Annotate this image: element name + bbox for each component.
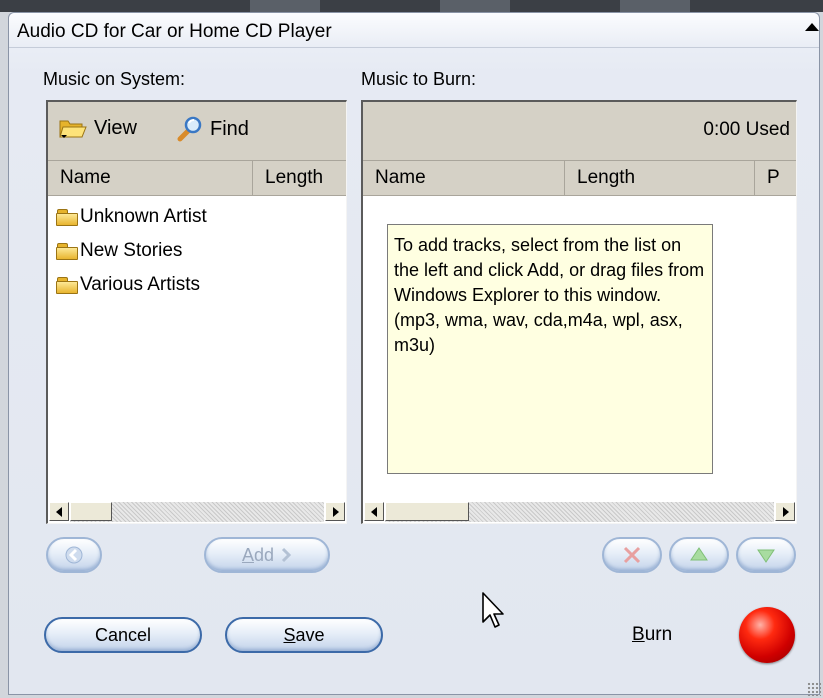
- add-label-mnemonic: A: [241, 544, 254, 565]
- background-tab: [250, 0, 320, 12]
- list-item[interactable]: Various Artists: [56, 274, 200, 296]
- list-item-label: New Stories: [80, 240, 183, 261]
- right-toolbar: 0:00 Used: [363, 102, 796, 161]
- music-on-system-panel: View Find Name Length Unknown Artist New…: [46, 100, 347, 524]
- right-horizontal-scrollbar[interactable]: [363, 501, 796, 523]
- arrow-left-icon: [56, 507, 62, 517]
- title-bar: Audio CD for Car or Home CD Player: [9, 13, 819, 48]
- arrow-left-icon: [371, 507, 377, 517]
- add-label: dd: [253, 544, 275, 565]
- folder-icon: [56, 209, 78, 226]
- arrow-right-icon: [333, 507, 339, 517]
- scroll-thumb[interactable]: [70, 502, 112, 521]
- resize-grip-icon[interactable]: [807, 682, 821, 696]
- remove-button[interactable]: [602, 537, 662, 573]
- column-header-length[interactable]: Length: [565, 161, 755, 195]
- mouse-cursor-icon: [482, 592, 504, 628]
- back-button[interactable]: [46, 537, 102, 573]
- column-header-name[interactable]: Name: [48, 161, 253, 195]
- left-toolbar: View Find: [48, 102, 346, 161]
- remove-x-icon: [623, 546, 641, 564]
- music-on-system-label: Music on System:: [43, 69, 186, 89]
- arrow-right-icon: [281, 547, 292, 563]
- scroll-right-button[interactable]: [775, 502, 795, 521]
- music-to-burn-panel: 0:00 Used Name Length P To add tracks, s…: [361, 100, 797, 524]
- list-item[interactable]: New Stories: [56, 240, 182, 262]
- view-label: View: [94, 116, 137, 139]
- burn-label[interactable]: Burn: [632, 624, 672, 646]
- save-button[interactable]: Save: [225, 617, 383, 653]
- scroll-thumb[interactable]: [385, 502, 469, 521]
- find-button[interactable]: Find: [176, 116, 249, 142]
- find-label: Find: [210, 117, 249, 140]
- collapse-icon[interactable]: [805, 23, 819, 31]
- folder-icon: [56, 243, 78, 260]
- drop-hint-box: To add tracks, select from the list on t…: [387, 224, 713, 474]
- window-title: Audio CD for Car or Home CD Player: [17, 21, 332, 42]
- used-time-label: 0:00 Used: [703, 119, 790, 140]
- search-icon: [177, 116, 202, 142]
- background-tab: [440, 0, 510, 12]
- save-label-mnemonic: S: [283, 624, 296, 645]
- scroll-right-button[interactable]: [325, 502, 345, 521]
- arrow-right-icon: [783, 507, 789, 517]
- scroll-left-button[interactable]: [364, 502, 384, 521]
- list-item-label: Various Artists: [80, 274, 201, 295]
- right-column-header: Name Length P: [363, 161, 796, 196]
- left-column-header: Name Length: [48, 161, 346, 196]
- burn-window: Audio CD for Car or Home CD Player Music…: [8, 12, 820, 695]
- column-header-name[interactable]: Name: [363, 161, 565, 195]
- burn-label-mnemonic: B: [632, 624, 645, 645]
- arrow-down-icon: [757, 549, 775, 563]
- burn-label-rest: urn: [644, 624, 673, 645]
- left-horizontal-scrollbar[interactable]: [48, 501, 346, 523]
- background-tab: [620, 0, 690, 12]
- column-header-p[interactable]: P: [755, 161, 796, 195]
- top-strip: [0, 0, 823, 12]
- move-up-button[interactable]: [669, 537, 729, 573]
- scroll-left-button[interactable]: [49, 502, 69, 521]
- save-label: ave: [295, 624, 325, 645]
- column-header-length[interactable]: Length: [253, 161, 346, 195]
- burn-button[interactable]: [739, 607, 795, 663]
- open-folder-icon: [59, 120, 87, 138]
- move-down-button[interactable]: [736, 537, 796, 573]
- arrow-up-icon: [690, 547, 708, 561]
- view-button[interactable]: View: [58, 116, 137, 140]
- folder-icon: [56, 277, 78, 294]
- list-item-label: Unknown Artist: [80, 206, 207, 227]
- arrow-left-icon: [65, 546, 83, 564]
- music-to-burn-label: Music to Burn:: [361, 69, 477, 89]
- list-item[interactable]: Unknown Artist: [56, 206, 207, 228]
- cancel-button[interactable]: Cancel: [44, 617, 202, 653]
- add-button[interactable]: Add: [204, 537, 330, 573]
